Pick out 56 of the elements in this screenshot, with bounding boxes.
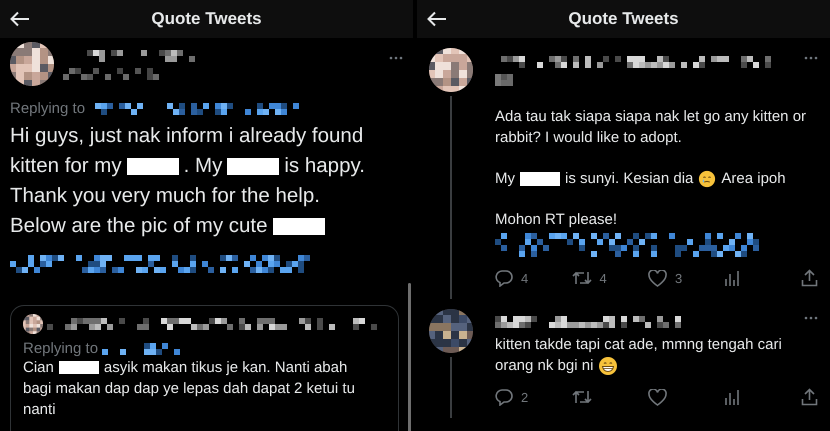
redaction-block [126, 158, 179, 174]
pixelated-handle [495, 74, 513, 86]
redaction-block [227, 158, 280, 174]
tweet-text: bagi makan dap dap ye lepas dah dapat 2 ketui tu [23, 380, 355, 397]
tweet-text: orang nk bgi ni [495, 357, 594, 374]
share-icon[interactable] [801, 388, 818, 406]
share-icon[interactable] [801, 269, 818, 287]
pixelated-avatar[interactable] [429, 48, 473, 92]
more-options-icon[interactable] [804, 316, 818, 320]
tweet-text: Hi guys, just nak inform i already found [10, 124, 364, 148]
heart-icon[interactable] [648, 270, 667, 286]
screen-title: Quote Tweets [568, 9, 679, 29]
tweet-text: is sunyi. Kesian dia [565, 170, 694, 187]
back-arrow-icon[interactable] [427, 11, 447, 27]
pixelated-avatar[interactable] [23, 314, 43, 334]
more-options-icon[interactable] [389, 56, 403, 60]
reply-icon[interactable] [495, 388, 513, 406]
screen-title: Quote Tweets [151, 9, 262, 29]
pixelated-avatar[interactable] [429, 309, 473, 353]
more-options-icon[interactable] [804, 56, 818, 60]
tweet-text: kitten takde tapi cat ade, mmng tengah cari [495, 336, 782, 353]
action-count: 2 [521, 390, 528, 404]
bar-chart-icon[interactable] [724, 389, 738, 405]
tweet-text: nanti [23, 401, 56, 418]
redaction-block [520, 172, 560, 186]
tweet-text: rabbit? I would like to adopt. [495, 129, 682, 146]
replying-to-label: Replying to [23, 340, 98, 357]
replying-to-label: Replying to [10, 100, 86, 117]
action-count: 4 [600, 270, 607, 286]
tweet-text: My [495, 170, 515, 187]
tweet-text: Cian [23, 359, 54, 376]
redaction-block [272, 218, 325, 234]
grinning-face-icon [598, 356, 618, 376]
smiling-tear-emoji-icon [698, 170, 716, 188]
reply-icon[interactable] [495, 269, 513, 287]
tweet-text: kitten for my [10, 154, 122, 178]
tweet-text: Thank you very much for the help. [10, 184, 320, 208]
quoted-tweet-card[interactable]: Replying to Cian asyik makan tikus je kan. Nanti abah bagi makan dap dap ye lepas dah dapat 2 ketui tu nanti [10, 305, 399, 431]
pixelated-avatar[interactable] [10, 42, 54, 86]
bar-chart-icon[interactable] [724, 270, 738, 286]
tweet-text: asyik makan tikus je kan. Nanti abah [104, 359, 348, 376]
tweet-text: Mohon RT please! [495, 211, 618, 228]
tweet-text: Ada tau tak siapa siapa nak let go any kitten or [495, 108, 806, 125]
retweet-icon[interactable] [572, 388, 592, 406]
thread-line [450, 357, 452, 418]
back-arrow-icon[interactable] [10, 11, 30, 27]
heart-icon[interactable] [648, 388, 667, 406]
tweet-text: . My [184, 154, 222, 178]
tweet-text: Below are the pic of my cute [10, 214, 268, 238]
scrollbar[interactable] [408, 283, 411, 431]
retweet-icon[interactable] [572, 269, 592, 287]
tweet-text: is happy. [284, 154, 365, 178]
redaction-block [58, 361, 99, 374]
action-count: 3 [675, 270, 682, 286]
tweet-text: Area ipoh [721, 170, 786, 187]
action-count: 4 [521, 270, 528, 286]
